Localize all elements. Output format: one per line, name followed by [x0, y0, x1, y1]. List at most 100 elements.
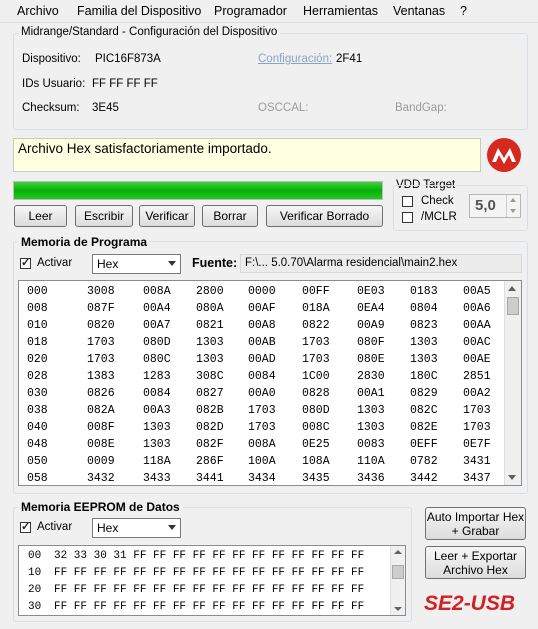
- menu-programador[interactable]: Programador: [214, 4, 287, 18]
- memory-cell[interactable]: 0E03: [357, 283, 395, 300]
- memory-cell[interactable]: 008A: [143, 283, 181, 300]
- memory-cell[interactable]: 0829: [410, 385, 448, 402]
- memory-cell[interactable]: 00A6: [463, 300, 501, 317]
- eeprom-row-data[interactable]: FF FF FF FF FF FF FF FF FF FF FF FF FF F…: [54, 582, 364, 599]
- memory-cell[interactable]: 0E7F: [463, 436, 501, 453]
- vdd-check-checkbox[interactable]: [402, 196, 413, 207]
- memory-cell[interactable]: 3433: [143, 470, 181, 487]
- memory-cell[interactable]: 082E: [410, 419, 448, 436]
- scroll-thumb[interactable]: [392, 565, 404, 579]
- erase-button[interactable]: Borrar: [202, 205, 258, 227]
- memory-cell[interactable]: 0822: [302, 317, 340, 334]
- scroll-thumb[interactable]: [507, 297, 519, 315]
- write-button[interactable]: Escribir: [75, 205, 133, 227]
- mclr-checkbox[interactable]: [402, 212, 413, 223]
- memory-cell[interactable]: 1703: [87, 351, 125, 368]
- memory-cell[interactable]: 100A: [248, 453, 286, 470]
- memory-cell[interactable]: 00A8: [248, 317, 286, 334]
- memory-cell[interactable]: 3432: [87, 470, 125, 487]
- auto-import-button[interactable]: Auto Importar Hex + Grabar: [425, 507, 526, 540]
- memory-cell[interactable]: 008A: [248, 436, 286, 453]
- memory-cell[interactable]: 00A2: [463, 385, 501, 402]
- memory-cell[interactable]: 1703: [302, 351, 340, 368]
- memory-cell[interactable]: 00A9: [357, 317, 395, 334]
- program-scrollbar[interactable]: [504, 281, 521, 485]
- memory-cell[interactable]: 110A: [357, 453, 395, 470]
- memory-cell[interactable]: 00AE: [463, 351, 501, 368]
- scroll-down-icon[interactable]: [508, 475, 516, 480]
- memory-cell[interactable]: 00A0: [248, 385, 286, 402]
- memory-cell[interactable]: 180C: [410, 368, 448, 385]
- memory-cell[interactable]: 3008: [87, 283, 125, 300]
- memory-cell[interactable]: 080E: [357, 351, 395, 368]
- memory-cell[interactable]: 00A1: [357, 385, 395, 402]
- memory-cell[interactable]: 1703: [87, 334, 125, 351]
- memory-cell[interactable]: 008F: [87, 419, 125, 436]
- vdd-voltage-spinner[interactable]: 5,0: [469, 194, 521, 218]
- memory-cell[interactable]: 082A: [87, 402, 125, 419]
- memory-cell[interactable]: 080D: [302, 402, 340, 419]
- memory-cell[interactable]: 3442: [410, 470, 448, 487]
- memory-cell[interactable]: 3435: [302, 470, 340, 487]
- memory-cell[interactable]: 0084: [248, 368, 286, 385]
- memory-cell[interactable]: 0820: [87, 317, 125, 334]
- read-export-button[interactable]: Leer + Exportar Archivo Hex: [425, 546, 526, 579]
- memory-cell[interactable]: 118A: [143, 453, 181, 470]
- memory-cell[interactable]: 0826: [87, 385, 125, 402]
- scroll-up-icon[interactable]: [508, 286, 516, 291]
- eeprom-row-data[interactable]: FF FF FF FF FF FF FF FF FF FF FF FF FF F…: [54, 565, 364, 582]
- memory-cell[interactable]: 00AA: [463, 317, 501, 334]
- memory-cell[interactable]: 2800: [196, 283, 234, 300]
- memory-cell[interactable]: 00FF: [302, 283, 340, 300]
- memory-cell[interactable]: 1383: [87, 368, 125, 385]
- memory-cell[interactable]: 00AD: [248, 351, 286, 368]
- spin-up-icon[interactable]: [506, 195, 520, 206]
- memory-cell[interactable]: 0E25: [302, 436, 340, 453]
- memory-cell[interactable]: 0827: [196, 385, 234, 402]
- memory-cell[interactable]: 3431: [463, 453, 501, 470]
- menu-help[interactable]: ?: [460, 4, 467, 18]
- memory-cell[interactable]: 0804: [410, 300, 448, 317]
- memory-cell[interactable]: 1303: [357, 402, 395, 419]
- memory-cell[interactable]: 082F: [196, 436, 234, 453]
- memory-cell[interactable]: 1283: [143, 368, 181, 385]
- memory-cell[interactable]: 008C: [302, 419, 340, 436]
- eeprom-format-select[interactable]: Hex: [92, 518, 181, 538]
- memory-cell[interactable]: 00A4: [143, 300, 181, 317]
- scroll-up-icon[interactable]: [394, 550, 402, 554]
- memory-cell[interactable]: 008E: [87, 436, 125, 453]
- memory-cell[interactable]: 0821: [196, 317, 234, 334]
- memory-cell[interactable]: 1703: [302, 334, 340, 351]
- memory-cell[interactable]: 1703: [248, 402, 286, 419]
- memory-cell[interactable]: 0083: [357, 436, 395, 453]
- memory-cell[interactable]: 080F: [357, 334, 395, 351]
- memory-cell[interactable]: 0009: [87, 453, 125, 470]
- memory-cell[interactable]: 1303: [196, 351, 234, 368]
- memory-cell[interactable]: 0782: [410, 453, 448, 470]
- memory-cell[interactable]: 018A: [302, 300, 340, 317]
- memory-cell[interactable]: 1303: [143, 436, 181, 453]
- menu-archivo[interactable]: Archivo: [17, 4, 59, 18]
- memory-cell[interactable]: 1303: [410, 334, 448, 351]
- memory-cell[interactable]: 3437: [463, 470, 501, 487]
- memory-cell[interactable]: 0EFF: [410, 436, 448, 453]
- menu-herramientas[interactable]: Herramientas: [303, 4, 378, 18]
- memory-cell[interactable]: 00AB: [248, 334, 286, 351]
- read-button[interactable]: Leer: [14, 205, 67, 227]
- memory-cell[interactable]: 0000: [248, 283, 286, 300]
- menu-familia[interactable]: Familia del Dispositivo: [77, 4, 201, 18]
- memory-cell[interactable]: 3434: [248, 470, 286, 487]
- memory-cell[interactable]: 2830: [357, 368, 395, 385]
- memory-cell[interactable]: 1303: [143, 419, 181, 436]
- memory-cell[interactable]: 1303: [357, 419, 395, 436]
- memory-cell[interactable]: 2851: [463, 368, 501, 385]
- memory-cell[interactable]: 1703: [463, 419, 501, 436]
- memory-cell[interactable]: 00A3: [143, 402, 181, 419]
- memory-cell[interactable]: 1703: [463, 402, 501, 419]
- memory-cell[interactable]: 0823: [410, 317, 448, 334]
- memory-cell[interactable]: 0084: [143, 385, 181, 402]
- memory-cell[interactable]: 082D: [196, 419, 234, 436]
- memory-cell[interactable]: 1C00: [302, 368, 340, 385]
- memory-cell[interactable]: 286F: [196, 453, 234, 470]
- memory-cell[interactable]: 1303: [410, 351, 448, 368]
